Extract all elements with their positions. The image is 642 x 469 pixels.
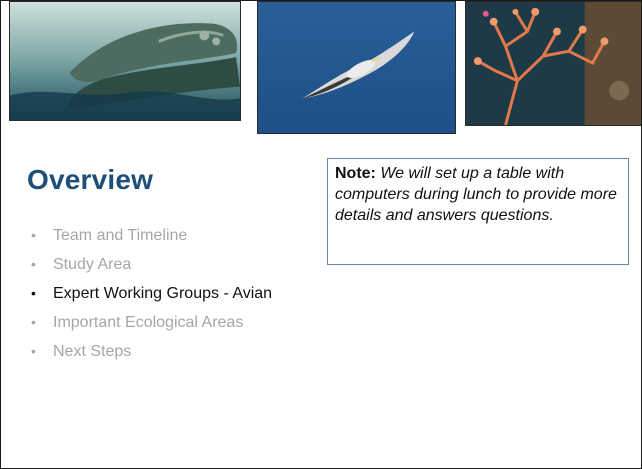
bullet-icon: • <box>31 256 36 272</box>
slide: Overview • Team and Timeline • Study Are… <box>0 0 642 469</box>
bullet-icon: • <box>31 227 36 243</box>
seabird-photo <box>257 1 456 134</box>
agenda-list: • Team and Timeline • Study Area • Exper… <box>31 221 272 366</box>
slide-title: Overview <box>27 164 154 195</box>
bullet-icon: • <box>31 314 36 330</box>
agenda-item-label: Study Area <box>53 256 132 273</box>
agenda-item-important-ecological-areas: • Important Ecological Areas <box>31 308 272 337</box>
bullet-icon: • <box>31 285 36 301</box>
agenda-item-label: Next Steps <box>53 343 132 360</box>
agenda-item-expert-working-groups: • Expert Working Groups - Avian <box>31 279 272 308</box>
agenda-item-label: Important Ecological Areas <box>53 314 244 331</box>
agenda-item-label: Team and Timeline <box>53 227 188 244</box>
coral-photo <box>465 1 641 126</box>
note-label: Note: <box>335 165 376 182</box>
whale-photo <box>9 1 241 121</box>
agenda-item-label: Expert Working Groups - Avian <box>53 285 273 302</box>
bullet-icon: • <box>31 343 36 359</box>
agenda-item-next-steps: • Next Steps <box>31 337 272 366</box>
note-text: We will set up a table with computers du… <box>335 165 617 224</box>
image-banner <box>9 1 641 134</box>
note-box: Note: We will set up a table with comput… <box>327 158 629 265</box>
agenda-item-study-area: • Study Area <box>31 250 272 279</box>
agenda-item-team-and-timeline: • Team and Timeline <box>31 221 272 250</box>
